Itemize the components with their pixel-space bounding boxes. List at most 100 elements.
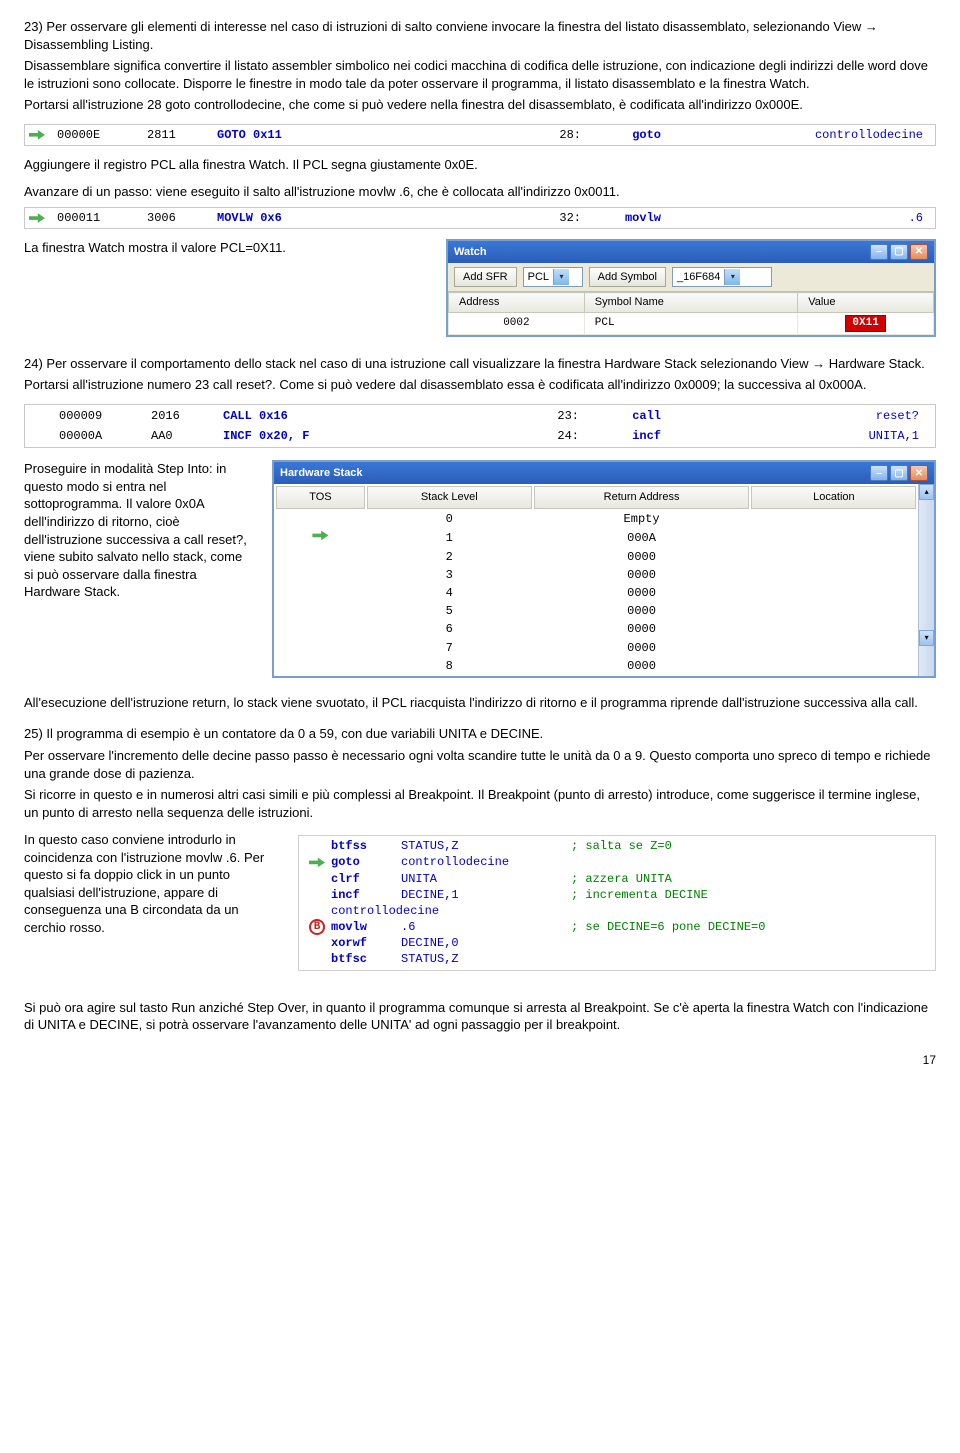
arrow-icon: → [812, 356, 825, 371]
minimize-icon[interactable]: – [870, 465, 888, 481]
symbol: controllodecine [669, 126, 935, 144]
cell-level: 6 [367, 621, 532, 637]
cell-return: 0000 [534, 585, 750, 601]
maximize-icon[interactable]: ▢ [890, 244, 908, 260]
cell-level: 8 [367, 658, 532, 674]
cell-return: Empty [534, 511, 750, 527]
scrollbar[interactable]: ▴ ▾ [918, 484, 934, 676]
table-row[interactable]: 30000 [276, 567, 916, 583]
cell-return: 0000 [534, 621, 750, 637]
cell-value: 0X11 [798, 313, 934, 335]
col-address[interactable]: Address [449, 293, 585, 313]
asm-line[interactable]: B movlw.6; se DECINE=6 pone DECINE=0 [303, 919, 931, 935]
sfr-combo[interactable]: PCL▾ [523, 267, 583, 287]
text: Avanzare di un passo: viene eseguito il … [24, 183, 936, 201]
cell-level: 2 [367, 549, 532, 565]
text: Disassembling Listing. [24, 37, 153, 52]
paragraph-breakpoint: In questo caso conviene introdurlo in co… [24, 831, 274, 936]
col-return[interactable]: Return Address [534, 486, 750, 509]
keyword: goto [589, 126, 669, 144]
table-row[interactable]: 50000 [276, 603, 916, 619]
cell-location [751, 621, 916, 637]
asm-line[interactable]: gotocontrollodecine [303, 854, 931, 870]
text: Disassemblare significa convertire il li… [24, 57, 936, 92]
cell-location [751, 549, 916, 565]
cell-return: 0000 [534, 549, 750, 565]
cell-level: 7 [367, 640, 532, 656]
table-row[interactable]: 40000 [276, 585, 916, 601]
table-row[interactable]: 70000 [276, 640, 916, 656]
cell-symbol: PCL [584, 313, 797, 335]
current-line-arrow-icon [303, 856, 331, 868]
col-level[interactable]: Stack Level [367, 486, 532, 509]
cell-address: 0002 [449, 313, 585, 335]
chevron-down-icon[interactable]: ▾ [724, 269, 740, 285]
close-icon[interactable]: ✕ [910, 465, 928, 481]
paragraph-24: 24) Per osservare il comportamento dello… [24, 355, 936, 394]
add-sfr-button[interactable]: Add SFR [454, 267, 517, 287]
paragraph-step-into: Proseguire in modalità Step Into: in que… [24, 460, 254, 604]
table-row: 000009 2016 CALL 0x16 23: call reset? [27, 407, 933, 425]
asm-line[interactable]: btfscSTATUS,Z [303, 951, 931, 967]
paragraph-23: 23) Per osservare gli elementi di intere… [24, 18, 936, 114]
text: 23) Per osservare gli elementi di intere… [24, 19, 865, 34]
text: Proseguire in modalità Step Into: in que… [24, 460, 254, 600]
cell-level: 4 [367, 585, 532, 601]
asm-line[interactable]: btfssSTATUS,Z; salta se Z=0 [303, 838, 931, 854]
scroll-up-icon[interactable]: ▴ [919, 484, 934, 500]
symbol-combo[interactable]: _16F684▾ [672, 267, 772, 287]
address: 000011 [49, 209, 139, 227]
table-row[interactable]: 20000 [276, 549, 916, 565]
maximize-icon[interactable]: ▢ [890, 465, 908, 481]
opcode: 3006 [139, 209, 209, 227]
titlebar[interactable]: Watch – ▢ ✕ [448, 241, 934, 263]
asm-listing: btfssSTATUS,Z; salta se Z=0 gotocontroll… [298, 835, 936, 971]
cell-level: 1 [367, 529, 532, 546]
col-value[interactable]: Value [798, 293, 934, 313]
cell-level: 5 [367, 603, 532, 619]
line-number: 32: [379, 209, 589, 227]
text: All'esecuzione dell'istruzione return, l… [24, 694, 936, 712]
close-icon[interactable]: ✕ [910, 244, 928, 260]
table-row[interactable]: 1000A [276, 529, 916, 546]
disassembly-row: 00000E 2811 GOTO 0x11 28: goto controllo… [24, 124, 936, 146]
opcode: 2811 [139, 126, 209, 144]
address: 00000E [49, 126, 139, 144]
keyword: movlw [589, 209, 669, 227]
col-tos[interactable]: TOS [276, 486, 365, 509]
col-symbol[interactable]: Symbol Name [584, 293, 797, 313]
table-row[interactable]: 60000 [276, 621, 916, 637]
disassembly-table: 000009 2016 CALL 0x16 23: call reset? 00… [24, 404, 936, 448]
chevron-down-icon[interactable]: ▾ [553, 269, 569, 285]
line-number: 28: [379, 126, 589, 144]
asm-line[interactable]: controllodecine [303, 903, 931, 919]
cell-return: 0000 [534, 658, 750, 674]
page-number: 17 [24, 1052, 936, 1068]
minimize-icon[interactable]: – [870, 244, 888, 260]
text: Portarsi all'istruzione 28 goto controll… [24, 96, 936, 114]
current-line-arrow-icon [25, 129, 49, 141]
asm-line[interactable]: incfDECINE,1; incrementa DECINE [303, 887, 931, 903]
watch-window: Watch – ▢ ✕ Add SFR PCL▾ Add Symbol _16F… [446, 239, 936, 337]
cell-level: 3 [367, 567, 532, 583]
breakpoint-icon[interactable]: B [303, 919, 331, 935]
hardware-stack-window: Hardware Stack – ▢ ✕ TOS Stack Level Ret… [272, 460, 936, 678]
add-symbol-button[interactable]: Add Symbol [589, 267, 666, 287]
cell-location [751, 640, 916, 656]
cell-return: 0000 [534, 640, 750, 656]
table-row[interactable]: 80000 [276, 658, 916, 674]
col-location[interactable]: Location [751, 486, 916, 509]
cell-return: 0000 [534, 567, 750, 583]
table-row[interactable]: 0002 PCL 0X11 [449, 313, 934, 335]
window-title: Hardware Stack [280, 466, 363, 481]
text: Hardware Stack. [825, 356, 925, 371]
scroll-down-icon[interactable]: ▾ [919, 630, 934, 646]
cell-return: 0000 [534, 603, 750, 619]
asm-line[interactable]: clrfUNITA; azzera UNITA [303, 871, 931, 887]
cell-return: 000A [534, 529, 750, 546]
titlebar[interactable]: Hardware Stack – ▢ ✕ [274, 462, 934, 484]
mnemonic: MOVLW 0x6 [209, 209, 379, 227]
table-row[interactable]: 0Empty [276, 511, 916, 527]
asm-line[interactable]: xorwfDECINE,0 [303, 935, 931, 951]
text: Aggiungere il registro PCL alla finestra… [24, 156, 936, 174]
